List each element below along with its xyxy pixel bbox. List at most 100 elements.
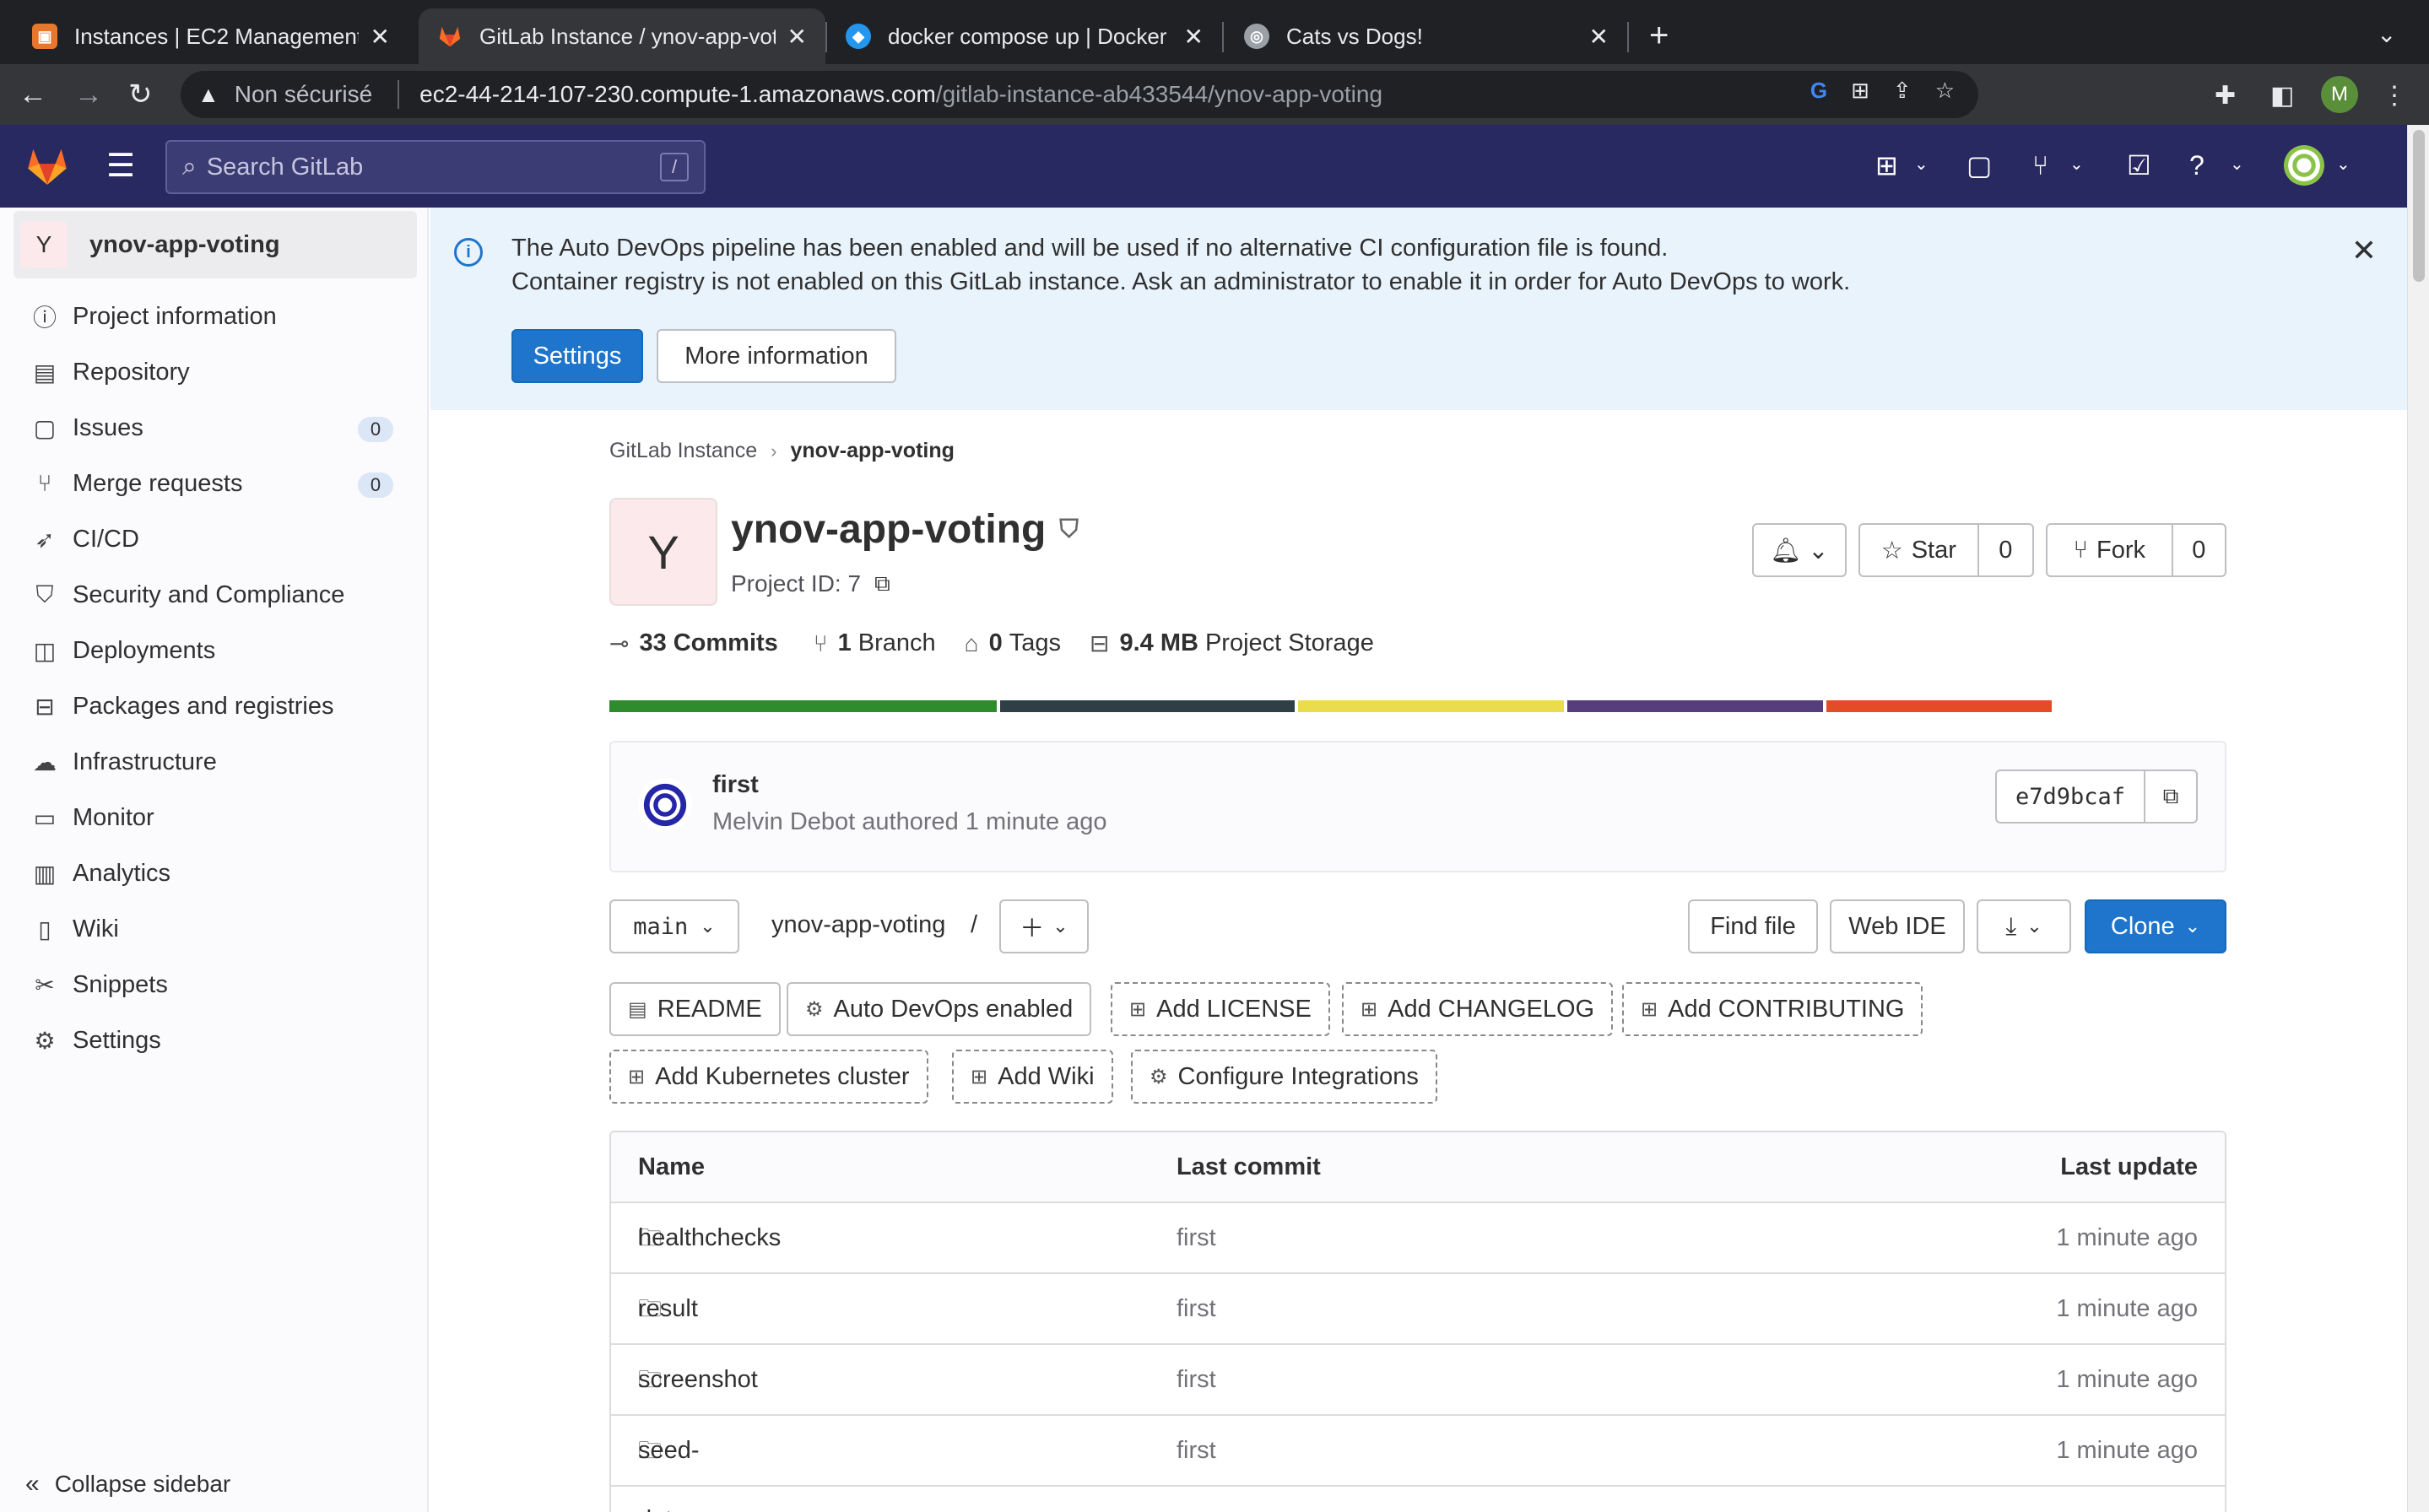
breadcrumb-current[interactable]: ynov-app-voting (790, 439, 954, 463)
sidebar-item-merge-requests[interactable]: ⑂ Merge requests 0 (0, 456, 429, 511)
translate-icon[interactable]: ⊞ (1851, 78, 1869, 104)
merge-request-icon[interactable]: ⑂ (2032, 150, 2048, 181)
language-segment[interactable] (1298, 700, 1564, 712)
new-tab-icon[interactable]: + (1649, 15, 1669, 56)
readme-button[interactable]: ▤ README (609, 982, 781, 1036)
sidebar-project-header[interactable]: Y ynov-app-voting (14, 211, 417, 278)
sidebar-item-project-information[interactable]: ⓘ Project information (0, 289, 429, 344)
sidebar-item-settings[interactable]: ⚙ Settings (0, 1012, 429, 1068)
extensions-puzzle-icon[interactable]: ✚ (2215, 81, 2236, 111)
chevron-down-icon[interactable]: ⌄ (1914, 154, 1929, 175)
commits-stat[interactable]: ⊸ 33 Commits (609, 629, 785, 657)
more-information-button[interactable]: More information (657, 329, 896, 383)
copy-icon[interactable]: ⧉ (874, 570, 890, 597)
row-last-commit[interactable]: first (1177, 1203, 1216, 1272)
web-ide-button[interactable]: Web IDE (1830, 899, 1965, 953)
close-icon[interactable]: ✕ (2351, 233, 2377, 268)
language-segment[interactable] (1567, 700, 1823, 712)
add-license-button[interactable]: ⊞ Add LICENSE (1111, 982, 1330, 1036)
star-count[interactable]: 0 (1979, 525, 2032, 575)
scrollbar-thumb[interactable] (2413, 130, 2425, 282)
row-last-commit[interactable]: first (1177, 1274, 1216, 1343)
back-arrow-icon[interactable]: ← (19, 76, 47, 113)
browser-tab-docker[interactable]: ◆ docker compose up | Docker D ✕ (827, 8, 1222, 64)
gitlab-logo-icon[interactable] (24, 142, 71, 189)
address-bar[interactable]: ▲ Non sécurisé ec2-44-214-107-230.comput… (181, 71, 1978, 118)
table-row[interactable]: 🗀︎ healthchecks first 1 minute ago (611, 1203, 2225, 1274)
branch-stat[interactable]: ⑂ 1 Branch (814, 629, 936, 657)
table-row[interactable]: 🗀︎ seed-data first 1 minute ago (611, 1416, 2225, 1512)
todo-check-icon[interactable]: ☑ (2127, 150, 2151, 181)
sidebar-item-analytics[interactable]: ▥ Analytics (0, 845, 429, 901)
tab-search-chevron-icon[interactable]: ⌄ (2377, 20, 2396, 48)
close-tab-icon[interactable]: ✕ (371, 23, 390, 51)
branch-selector[interactable]: main ⌄ (609, 899, 739, 953)
banner-settings-button[interactable]: Settings (511, 329, 643, 383)
browser-tab-ec2[interactable]: ▣ Instances | EC2 Management C ✕ (14, 8, 408, 64)
chevron-down-icon[interactable]: ⌄ (2230, 154, 2244, 175)
google-icon[interactable]: G (1810, 78, 1827, 104)
profile-avatar[interactable]: M (2321, 76, 2358, 113)
star-button[interactable]: ☆ Star (1860, 525, 1977, 575)
download-dropdown[interactable]: ⤓ ⌄ (1977, 899, 2071, 953)
repository-languages-bar[interactable] (609, 700, 2052, 712)
add-wiki-button[interactable]: ⊞ Add Wiki (952, 1050, 1113, 1104)
side-panel-icon[interactable]: ◧ (2270, 81, 2294, 111)
sidebar-item-repository[interactable]: ▤ Repository (0, 344, 429, 400)
language-segment[interactable] (1000, 700, 1295, 712)
chevron-down-icon[interactable]: ⌄ (2336, 154, 2351, 175)
create-new-icon[interactable]: ⊞ (1875, 150, 1898, 181)
repo-path[interactable]: ynov-app-voting (771, 911, 945, 939)
bookmark-star-icon[interactable]: ☆ (1935, 78, 1955, 104)
close-tab-icon[interactable]: ✕ (787, 23, 807, 51)
help-icon[interactable]: ? (2189, 150, 2204, 181)
fork-button[interactable]: ⑂ Fork (2048, 525, 2172, 575)
add-to-tree-dropdown[interactable]: ＋ ⌄ (999, 899, 1089, 953)
sidebar-item-infrastructure[interactable]: ☁ Infrastructure (0, 734, 429, 790)
table-row[interactable]: 🗀︎ screenshot first 1 minute ago (611, 1345, 2225, 1416)
author-avatar[interactable] (638, 778, 692, 832)
commit-title[interactable]: first (712, 771, 759, 799)
sidebar-item-monitor[interactable]: ▭ Monitor (0, 790, 429, 845)
sidebar-item-packages[interactable]: ⊟ Packages and registries (0, 678, 429, 734)
sidebar-item-security[interactable]: ⛉ Security and Compliance (0, 567, 429, 623)
language-segment[interactable] (1826, 700, 2052, 712)
commit-sha[interactable]: e7d9bcaf (1997, 784, 2144, 810)
row-last-commit[interactable]: first (1177, 1345, 1216, 1414)
notification-dropdown[interactable]: 🔔︎ ⌄ (1752, 523, 1847, 577)
sidebar-item-issues[interactable]: ▢ Issues 0 (0, 400, 429, 456)
chevron-down-icon[interactable]: ⌄ (2069, 154, 2084, 175)
browser-tab-gitlab[interactable]: GitLab Instance / ynov-app-vot ✕ (419, 8, 825, 64)
browser-menu-icon[interactable]: ⋮ (2382, 81, 2407, 111)
sidebar-item-snippets[interactable]: ✂ Snippets (0, 957, 429, 1012)
sidebar-item-wiki[interactable]: ▯ Wiki (0, 901, 429, 957)
add-changelog-button[interactable]: ⊞ Add CHANGELOG (1342, 982, 1614, 1036)
issues-icon[interactable]: ▢ (1966, 150, 1992, 181)
forward-arrow-icon[interactable]: → (74, 76, 103, 113)
add-kubernetes-cluster-button[interactable]: ⊞ Add Kubernetes cluster (609, 1050, 928, 1104)
search-input[interactable]: ⌕ Search GitLab / (165, 140, 706, 194)
table-row[interactable]: 🗀︎ result first 1 minute ago (611, 1274, 2225, 1345)
reload-icon[interactable]: ↻ (128, 76, 153, 113)
share-icon[interactable]: ⇪ (1893, 78, 1912, 104)
browser-tab-cats-dogs[interactable]: ◎ Cats vs Dogs! ✕ (1225, 8, 1627, 64)
user-avatar[interactable] (2284, 145, 2324, 186)
close-tab-icon[interactable]: ✕ (1184, 23, 1204, 51)
sidebar-item-cicd[interactable]: ➶ CI/CD (0, 511, 429, 567)
collapse-sidebar-button[interactable]: « Collapse sidebar (25, 1470, 230, 1498)
copy-icon[interactable]: ⧉ (2144, 771, 2196, 822)
find-file-button[interactable]: Find file (1688, 899, 1818, 953)
clone-dropdown[interactable]: Clone ⌄ (2085, 899, 2226, 953)
tags-stat[interactable]: ⌂ 0 Tags (965, 629, 1061, 657)
fork-count[interactable]: 0 (2173, 525, 2225, 575)
add-contributing-button[interactable]: ⊞ Add CONTRIBUTING (1622, 982, 1923, 1036)
close-tab-icon[interactable]: ✕ (1589, 23, 1609, 51)
auto-devops-enabled-button[interactable]: ⚙ Auto DevOps enabled (787, 982, 1092, 1036)
sidebar-item-deployments[interactable]: ◫ Deployments (0, 623, 429, 678)
breadcrumb-parent[interactable]: GitLab Instance (609, 439, 757, 463)
hamburger-menu-icon[interactable]: ☰ (106, 150, 135, 182)
configure-integrations-button[interactable]: ⚙ Configure Integrations (1131, 1050, 1437, 1104)
page-scrollbar[interactable] (2407, 125, 2429, 1512)
row-last-commit[interactable]: first (1177, 1416, 1216, 1485)
language-segment[interactable] (609, 700, 997, 712)
